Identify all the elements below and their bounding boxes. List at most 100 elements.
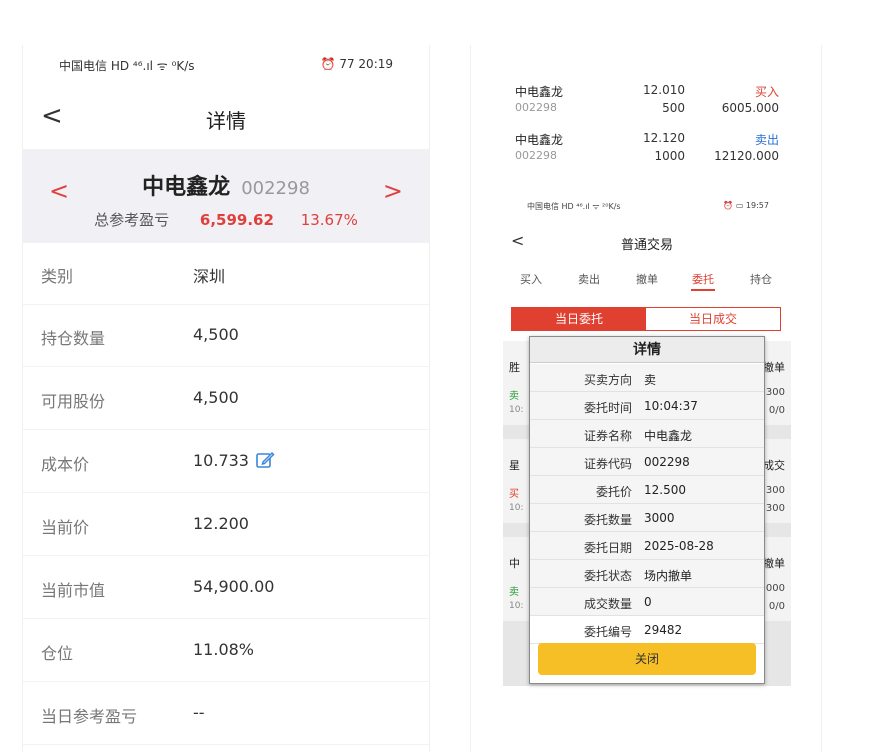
trade-tabs: 买入 卖出 撤单 委托 持仓 xyxy=(503,271,791,293)
dialog-row-label: 买卖方向 xyxy=(583,373,632,387)
dialog-row-label: 委托日期 xyxy=(583,541,632,555)
dialog-row-label: 成交数量 xyxy=(583,597,632,611)
row-filled: 0/0 xyxy=(768,405,785,416)
row-value: 4,500 xyxy=(193,325,239,344)
row-direction: 卖 xyxy=(509,587,519,598)
trade-qty: 500 xyxy=(662,101,685,115)
segment-today-deals[interactable]: 当日成交 xyxy=(646,308,780,330)
close-button[interactable]: 关闭 xyxy=(538,643,756,675)
status-bar: 中国电信 HD ⁴⁶.ıl ᯤ ⁰K/s ⏰ 77 20:19 xyxy=(23,45,429,85)
row-label: 成本价 xyxy=(41,455,90,474)
tab-sell[interactable]: 卖出 xyxy=(567,271,611,287)
pl-percent: 13.67% xyxy=(300,211,358,229)
row-direction: 买 xyxy=(509,489,519,500)
stock-title: 中电鑫龙 002298 xyxy=(23,169,429,201)
stock-summary: < > 中电鑫龙 002298 总参考盈亏 6,599.62 13.67% xyxy=(23,149,429,243)
row-status: 撤单 xyxy=(763,557,785,570)
order-segment-control: 当日委托 当日成交 xyxy=(511,307,781,331)
tab-buy[interactable]: 买入 xyxy=(509,271,553,287)
dialog-row-value: 2025-08-28 xyxy=(644,539,714,553)
segment-today-orders[interactable]: 当日委托 xyxy=(512,308,646,330)
dialog-row: 委托状态 场内撤单 xyxy=(530,560,764,588)
row-time: 10: xyxy=(509,503,524,513)
dialog-row: 买卖方向 卖 xyxy=(530,364,764,392)
trade-qty: 1000 xyxy=(654,149,685,163)
dialog-row: 委托数量 3000 xyxy=(530,504,764,532)
row-label: 持仓数量 xyxy=(41,329,106,348)
dialog-row: 证券代码 002298 xyxy=(530,448,764,476)
row-value: 11.08% xyxy=(193,640,255,659)
dialog-row-value: 场内撤单 xyxy=(644,569,693,583)
row-label: 当前市值 xyxy=(41,581,106,600)
dialog-row-value: 002298 xyxy=(644,455,690,469)
status-bar: 中国电信 HD ⁴⁶.ıl ᯤ ²⁰K/s ⏰ ▭ 19:57 xyxy=(503,193,791,213)
profit-loss-line: 总参考盈亏 6,599.62 13.67% xyxy=(23,209,429,230)
dialog-row-label: 委托编号 xyxy=(583,625,632,639)
trade-code: 002298 xyxy=(515,101,557,114)
dialog-row: 委托价 12.500 xyxy=(530,476,764,504)
row-value: 12.200 xyxy=(193,514,249,533)
row-label: 当前价 xyxy=(41,518,90,537)
dialog-row: 委托日期 2025-08-28 xyxy=(530,532,764,560)
row-value: 深圳 xyxy=(193,267,226,286)
dialog-row-label: 委托数量 xyxy=(583,513,632,527)
detail-row-category: 类别 深圳 xyxy=(23,243,429,305)
header: < 普通交易 xyxy=(503,231,791,257)
row-value: 4,500 xyxy=(193,388,239,407)
row-filled: 0/0 xyxy=(768,601,785,612)
page-title: 普通交易 xyxy=(620,238,673,253)
row-value: 10.733 xyxy=(193,451,249,470)
detail-row-current-price: 当前价 12.200 xyxy=(23,494,429,556)
trade-name: 中电鑫龙 xyxy=(515,133,564,147)
dialog-row: 成交数量 0 xyxy=(530,588,764,616)
row-filled: 300 xyxy=(765,503,785,514)
row-name: 中 xyxy=(509,557,520,570)
dialog-row-label: 委托价 xyxy=(595,485,632,499)
tab-positions[interactable]: 持仓 xyxy=(739,271,783,287)
pl-label: 总参考盈亏 xyxy=(94,211,170,229)
detail-row-market-value: 当前市值 54,900.00 xyxy=(23,557,429,619)
trade-record: 中电鑫龙 002298 12.120 1000 卖出 12120.000 xyxy=(515,131,783,171)
right-screenshot-panel: 中电鑫龙 002298 12.010 500 买入 6005.000 中电鑫龙 … xyxy=(470,45,822,752)
row-status: 成交 xyxy=(763,459,785,472)
dialog-row-label: 委托状态 xyxy=(583,569,632,583)
carrier-text: 中国电信 HD ⁴⁶.ıl ᯤ ²⁰K/s xyxy=(527,202,621,211)
row-qty: 300 xyxy=(765,485,785,496)
trade-direction: 卖出 xyxy=(754,133,779,147)
dialog-row-value: 卖 xyxy=(644,373,657,387)
row-time: 10: xyxy=(509,405,524,415)
order-detail-dialog: 详情 买卖方向 卖 委托时间 10:04:37 证券名称 中电鑫龙 证券代码 0… xyxy=(529,336,765,684)
row-label: 当日参考盈亏 xyxy=(41,707,138,726)
row-qty: 300 xyxy=(765,387,785,398)
row-direction: 卖 xyxy=(509,391,519,402)
dialog-row-label: 证券代码 xyxy=(583,457,632,471)
row-time: 10: xyxy=(509,601,524,611)
trade-direction: 买入 xyxy=(754,85,779,99)
row-name: 胜 xyxy=(509,361,520,374)
row-qty: 000 xyxy=(765,583,785,594)
trade-name: 中电鑫龙 xyxy=(515,85,564,99)
row-status: 撤单 xyxy=(763,361,785,374)
dialog-row-value: 中电鑫龙 xyxy=(644,429,693,443)
dialog-row-value: 29482 xyxy=(644,623,683,637)
dialog-row: 证券名称 中电鑫龙 xyxy=(530,420,764,448)
stock-code: 002298 xyxy=(241,178,310,199)
trade-amount: 6005.000 xyxy=(721,101,779,115)
detail-row-position: 仓位 11.08% xyxy=(23,620,429,682)
dialog-row-value: 3000 xyxy=(644,511,675,525)
page-title: 详情 xyxy=(206,109,246,133)
trading-app-screen: 中国电信 HD ⁴⁶.ıl ᯤ ²⁰K/s ⏰ ▭ 19:57 < 普通交易 买… xyxy=(503,193,791,733)
dialog-row: 委托编号 29482 xyxy=(530,616,764,644)
row-label: 仓位 xyxy=(41,644,74,663)
trade-amount: 12120.000 xyxy=(714,149,779,163)
dialog-row-value: 12.500 xyxy=(644,483,686,497)
dialog-row: 委托时间 10:04:37 xyxy=(530,392,764,420)
tab-orders[interactable]: 委托 xyxy=(681,271,725,291)
trade-price: 12.010 xyxy=(643,83,685,97)
pencil-square-icon[interactable] xyxy=(255,450,275,470)
clock-text: ⏰ ▭ 19:57 xyxy=(723,201,769,210)
trade-price: 12.120 xyxy=(643,131,685,145)
trade-code: 002298 xyxy=(515,149,557,162)
detail-row-holding: 持仓数量 4,500 xyxy=(23,305,429,367)
tab-cancel[interactable]: 撤单 xyxy=(625,271,669,287)
